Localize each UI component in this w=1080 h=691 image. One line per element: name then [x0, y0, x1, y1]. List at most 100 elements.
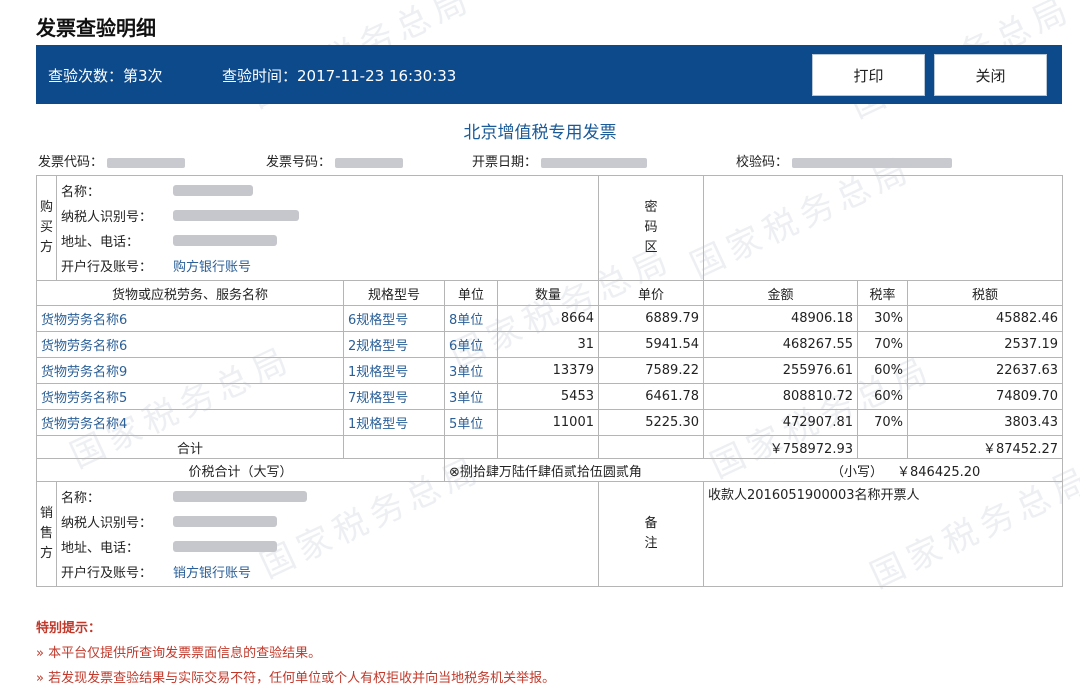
invoice-table: 购 买 方 名称： 纳税人识别号： 地址、电话： 开户行及账号： 购方银行账号 密… [36, 175, 1063, 587]
buyer-char: 方 [39, 240, 53, 255]
empty-cell [444, 435, 498, 459]
item-price: 6889.79 [598, 305, 704, 332]
item-unit: 8单位 [444, 305, 498, 332]
table-row: 货物劳务名称4 1规格型号 5单位 11001 5225.30 472907.8… [36, 409, 1063, 436]
items-header-row: 货物或应税劳务、服务名称 规格型号 单位 数量 单价 金额 税率 税额 [36, 280, 1063, 306]
invoice-number: 发票号码： [266, 151, 404, 170]
redacted-value [173, 210, 299, 221]
item-tax: 2537.19 [907, 331, 1063, 358]
table-row: 货物劳务名称9 1规格型号 3单位 13379 7589.22 255976.6… [36, 357, 1063, 384]
item-tax: 74809.70 [907, 383, 1063, 410]
item-tax: 45882.46 [907, 305, 1063, 332]
check-info-bar: 查验次数：第3次 查验时间：2017-11-23 16:30:33 打印 关闭 [36, 45, 1062, 104]
buyer-taxid-label: 纳税人识别号： [61, 210, 153, 225]
buyer-bank-label: 开户行及账号： [61, 260, 153, 275]
buyer-side-label: 购 买 方 [36, 175, 57, 281]
table-row: 货物劳务名称5 7规格型号 3单位 5453 6461.78 808810.72… [36, 383, 1063, 410]
item-spec: 2规格型号 [343, 331, 445, 358]
seller-bank-value: 销方银行账号 [173, 566, 252, 581]
header-name: 货物或应税劳务、服务名称 [36, 280, 344, 306]
close-button[interactable]: 关闭 [934, 54, 1047, 96]
item-rate: 60% [857, 357, 908, 384]
empty-cell [598, 435, 704, 459]
invoice-date: 开票日期： [472, 151, 648, 170]
item-price: 5225.30 [598, 409, 704, 436]
remark-char: 注 [644, 536, 658, 551]
header-price: 单价 [598, 280, 704, 306]
seller-address-label: 地址、电话： [61, 541, 140, 556]
buyer-address-label: 地址、电话： [61, 235, 140, 250]
header-qty: 数量 [497, 280, 599, 306]
item-rate: 60% [857, 383, 908, 410]
item-qty: 5453 [497, 383, 599, 410]
redacted-value [173, 185, 253, 196]
item-rate: 70% [857, 409, 908, 436]
invoice-code: 发票代码： [38, 151, 186, 170]
check-code-label: 校验码： [736, 155, 789, 170]
tax-total-row: 价税合计（大写） ⊗捌拾肆万陆仟肆佰贰拾伍圆贰角 （小写） ￥846425.20 [36, 458, 1063, 482]
item-amount: 255976.61 [703, 357, 858, 384]
page-title: 发票查验明细 [36, 16, 156, 40]
item-name: 货物劳务名称4 [36, 409, 344, 436]
remark-value: 收款人2016051900003名称开票人 [703, 481, 1063, 587]
empty-cell [343, 435, 445, 459]
item-price: 5941.54 [598, 331, 704, 358]
total-label: 合计 [36, 435, 344, 459]
empty-cell [497, 435, 599, 459]
item-rate: 30% [857, 305, 908, 332]
seller-bank-label: 开户行及账号： [61, 566, 153, 581]
cipher-area-label: 密 码 区 [598, 175, 704, 281]
header-rate: 税率 [857, 280, 908, 306]
item-qty: 13379 [497, 357, 599, 384]
item-unit: 5单位 [444, 409, 498, 436]
buyer-info: 名称： 纳税人识别号： 地址、电话： 开户行及账号： 购方银行账号 [56, 175, 599, 281]
item-spec: 1规格型号 [343, 357, 445, 384]
tax-total-label: 价税合计（大写） [36, 458, 445, 482]
cipher-char: 密 [644, 200, 658, 215]
item-amount: 48906.18 [703, 305, 858, 332]
buyer-name-label: 名称： [61, 185, 101, 200]
redacted-value [173, 516, 277, 527]
tax-total-small: ￥846425.20 [897, 464, 981, 480]
seller-char: 销 [39, 506, 53, 521]
special-notes: 特别提示： » 本平台仅提供所查询发票票面信息的查验结果。 » 若发现发票查验结… [36, 616, 555, 691]
item-name: 货物劳务名称6 [36, 331, 344, 358]
item-price: 7589.22 [598, 357, 704, 384]
redacted-value [173, 491, 307, 502]
total-tax: ￥87452.27 [907, 435, 1063, 459]
tax-total-values: ⊗捌拾肆万陆仟肆佰贰拾伍圆贰角 （小写） ￥846425.20 [444, 458, 1063, 482]
remark-char: 备 [644, 516, 658, 531]
header-tax: 税额 [907, 280, 1063, 306]
seller-side-label: 销 售 方 [36, 481, 57, 587]
notes-title: 特别提示： [36, 621, 102, 636]
item-amount: 808810.72 [703, 383, 858, 410]
item-qty: 31 [497, 331, 599, 358]
item-unit: 3单位 [444, 357, 498, 384]
invoice-code-label: 发票代码： [38, 155, 104, 170]
invoice-number-label: 发票号码： [266, 155, 332, 170]
check-code: 校验码： [736, 151, 953, 170]
redacted-value [541, 157, 648, 168]
print-button[interactable]: 打印 [812, 54, 925, 96]
redacted-value [107, 157, 186, 168]
table-row: 货物劳务名称6 2规格型号 6单位 31 5941.54 468267.55 7… [36, 331, 1063, 358]
total-row: 合计 ￥758972.93 ￥87452.27 [36, 435, 1063, 459]
buyer-char: 买 [39, 220, 53, 235]
table-row: 货物劳务名称6 6规格型号 8单位 8664 6889.79 48906.18 … [36, 305, 1063, 332]
invoice-title: 北京增值税专用发票 [463, 123, 617, 143]
item-amount: 468267.55 [703, 331, 858, 358]
item-tax: 22637.63 [907, 357, 1063, 384]
check-count: 查验次数：第3次 [48, 67, 163, 85]
header-amount: 金额 [703, 280, 858, 306]
redacted-value [173, 541, 277, 552]
cipher-char: 区 [644, 240, 658, 255]
buyer-bank-value: 购方银行账号 [173, 260, 252, 275]
seller-char: 售 [39, 526, 53, 541]
seller-char: 方 [39, 546, 53, 561]
item-spec: 7规格型号 [343, 383, 445, 410]
seller-info: 名称： 纳税人识别号： 地址、电话： 开户行及账号： 销方银行账号 [56, 481, 599, 587]
seller-taxid-label: 纳税人识别号： [61, 516, 153, 531]
item-unit: 6单位 [444, 331, 498, 358]
cipher-area [703, 175, 1063, 281]
item-name: 货物劳务名称9 [36, 357, 344, 384]
